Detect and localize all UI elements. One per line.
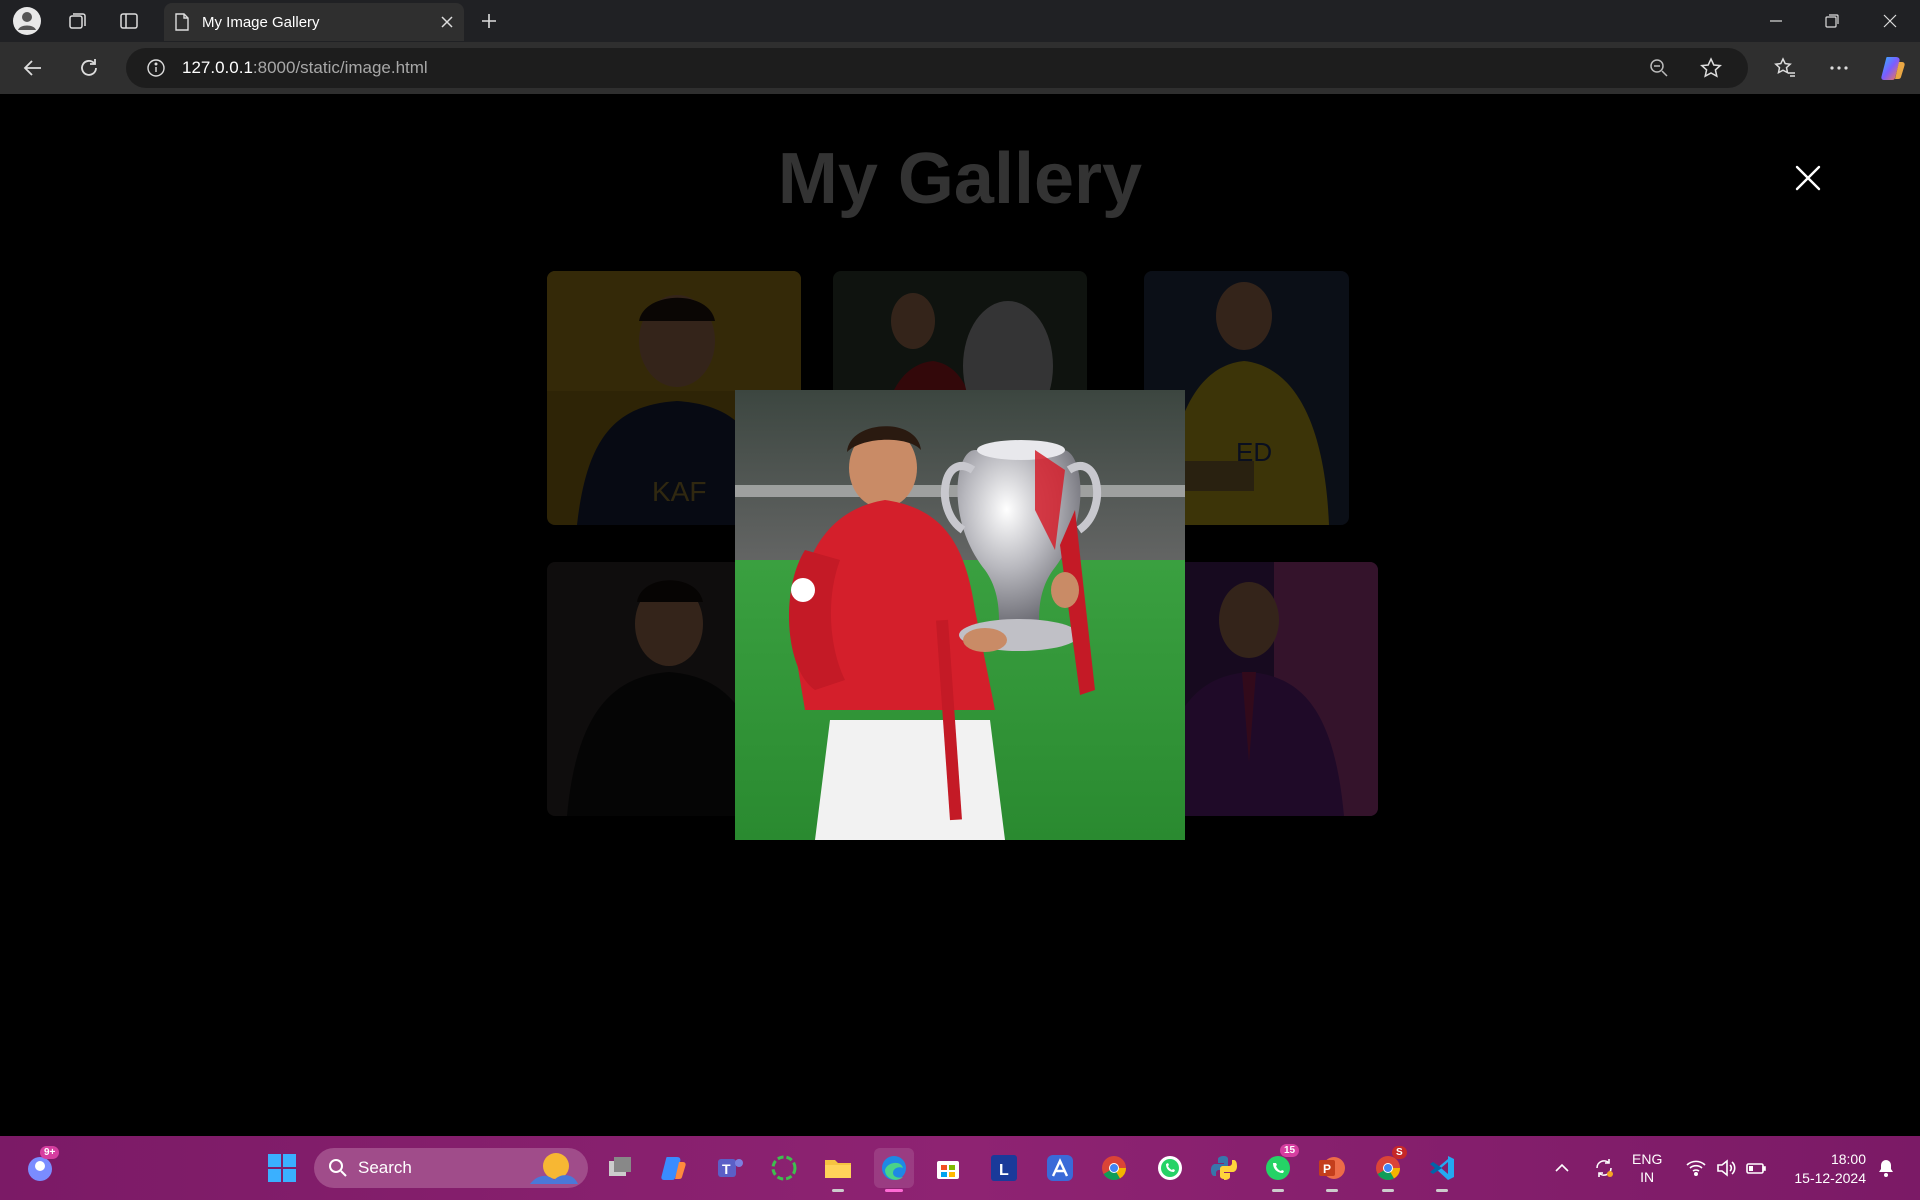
clock-date: 15-12-2024 bbox=[1794, 1170, 1866, 1186]
battery-icon[interactable] bbox=[1736, 1148, 1776, 1188]
more-options-icon[interactable] bbox=[1822, 51, 1856, 85]
whatsapp-icon[interactable]: 15 bbox=[1258, 1144, 1300, 1192]
arc-app-icon[interactable] bbox=[1040, 1148, 1080, 1188]
search-icon bbox=[329, 1159, 347, 1177]
chrome-icon[interactable] bbox=[1094, 1148, 1134, 1188]
weather-widget-icon bbox=[530, 1153, 578, 1184]
running-indicator bbox=[1436, 1189, 1448, 1192]
file-explorer-icon[interactable] bbox=[818, 1148, 858, 1192]
url-path: :8000/static/image.html bbox=[252, 58, 428, 77]
address-toolbar: 127.0.0.1:8000/static/image.html bbox=[0, 42, 1920, 94]
chrome-profile-icon[interactable]: S bbox=[1368, 1146, 1408, 1192]
zoom-icon[interactable] bbox=[1642, 51, 1676, 85]
lang-line2: IN bbox=[1640, 1169, 1655, 1185]
tab-actions-icon[interactable] bbox=[112, 4, 146, 38]
running-indicator bbox=[1272, 1189, 1284, 1192]
close-tab-icon[interactable] bbox=[440, 15, 454, 29]
vscode-icon[interactable] bbox=[1422, 1148, 1462, 1192]
running-indicator bbox=[1382, 1189, 1394, 1192]
minimize-button[interactable] bbox=[1748, 0, 1804, 42]
close-window-button[interactable] bbox=[1862, 0, 1918, 42]
whatsapp-badge: 15 bbox=[1280, 1144, 1300, 1157]
taskbar-search[interactable]: Search bbox=[314, 1148, 588, 1188]
search-label: Search bbox=[358, 1158, 412, 1177]
url-host: 127.0.0.1 bbox=[182, 58, 253, 77]
chrome-badge: S bbox=[1392, 1146, 1407, 1159]
start-button[interactable] bbox=[262, 1148, 302, 1188]
svg-text:T: T bbox=[722, 1161, 731, 1177]
chat-badge: 9+ bbox=[40, 1146, 60, 1159]
teams-icon[interactable]: T bbox=[710, 1148, 750, 1188]
svg-text:P: P bbox=[1323, 1162, 1331, 1176]
notification-bell-icon[interactable] bbox=[1866, 1148, 1906, 1188]
powerpoint-icon[interactable]: P bbox=[1312, 1148, 1352, 1192]
new-tab-button[interactable] bbox=[472, 4, 506, 38]
sync-icon[interactable] bbox=[1584, 1148, 1624, 1188]
copilot-taskbar-icon[interactable] bbox=[654, 1148, 694, 1188]
favorite-star-icon[interactable] bbox=[1694, 51, 1728, 85]
edge-icon[interactable] bbox=[874, 1148, 914, 1192]
task-view-icon[interactable] bbox=[600, 1148, 640, 1188]
page-viewport: My Gallery KAF ED bbox=[6, 94, 1914, 1136]
favorites-icon[interactable] bbox=[1768, 51, 1802, 85]
tab-title: My Image Gallery bbox=[202, 13, 320, 31]
chat-app-icon[interactable]: 9+ bbox=[20, 1146, 60, 1188]
svg-text:L: L bbox=[999, 1162, 1009, 1179]
page-title: My Gallery bbox=[777, 139, 1143, 219]
store-icon[interactable] bbox=[928, 1148, 968, 1188]
close-modal-icon[interactable] bbox=[1786, 156, 1830, 200]
active-indicator bbox=[885, 1189, 903, 1192]
windows-taskbar: 9+ Search T L 15 P S ENG IN 18:00 15-12-… bbox=[0, 1136, 1920, 1200]
browser-title-bar: My Image Gallery bbox=[0, 0, 1920, 42]
lang-line1: ENG bbox=[1632, 1151, 1663, 1167]
tab-my-image-gallery[interactable]: My Image Gallery bbox=[164, 3, 464, 41]
modal-image-trophy bbox=[735, 390, 1185, 840]
url-text[interactable]: 127.0.0.1:8000/static/image.html bbox=[182, 58, 428, 78]
system-clock[interactable]: 18:00 15-12-2024 bbox=[1784, 1150, 1866, 1188]
copilot-icon[interactable] bbox=[1876, 51, 1910, 85]
running-indicator bbox=[1326, 1189, 1338, 1192]
clock-time: 18:00 bbox=[1830, 1151, 1866, 1167]
workspaces-icon[interactable] bbox=[60, 4, 94, 38]
language-indicator[interactable]: ENG IN bbox=[1632, 1150, 1662, 1186]
restore-button[interactable] bbox=[1804, 0, 1860, 42]
tray-overflow-icon[interactable] bbox=[1542, 1148, 1582, 1188]
site-info-icon[interactable] bbox=[146, 58, 166, 78]
l-app-icon[interactable]: L bbox=[984, 1148, 1024, 1188]
address-bar[interactable]: 127.0.0.1:8000/static/image.html bbox=[126, 48, 1748, 88]
ring-app-icon[interactable] bbox=[764, 1148, 804, 1188]
whatsapp-desktop-icon[interactable] bbox=[1150, 1148, 1190, 1188]
svg-text:KAF: KAF bbox=[652, 476, 706, 507]
profile-icon[interactable] bbox=[10, 4, 44, 38]
running-indicator bbox=[832, 1189, 844, 1192]
page-icon bbox=[175, 13, 189, 31]
back-button[interactable] bbox=[16, 51, 50, 85]
reload-button[interactable] bbox=[72, 51, 106, 85]
python-icon[interactable] bbox=[1204, 1148, 1244, 1188]
